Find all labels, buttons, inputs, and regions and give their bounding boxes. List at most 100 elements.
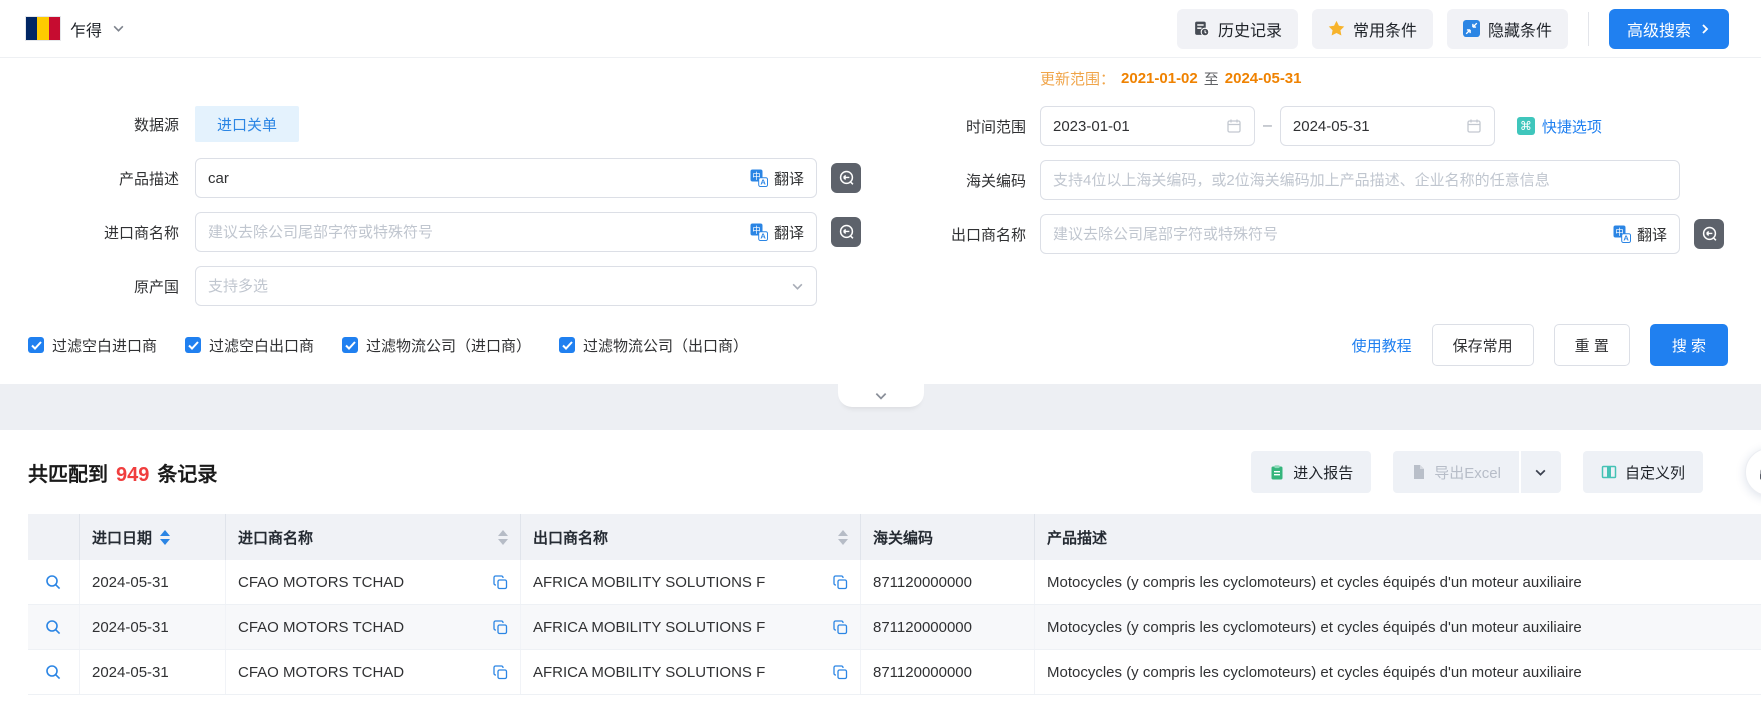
copy-button[interactable] <box>485 665 508 680</box>
translate-button[interactable]: 中A 翻译 <box>740 168 804 189</box>
export-excel-button[interactable]: 导出Excel <box>1393 451 1519 493</box>
section-divider-band <box>0 384 1761 430</box>
scope-search-icon <box>837 169 856 188</box>
update-range: 更新范围： 2021-01-02 至 2024-05-31 <box>1040 66 1761 90</box>
chevron-down-icon <box>791 280 804 293</box>
exact-match-toggle[interactable] <box>831 163 861 193</box>
copy-button[interactable] <box>825 575 848 590</box>
tutorial-link[interactable]: 使用教程 <box>1352 335 1412 356</box>
customer-service-button[interactable] <box>1745 448 1761 496</box>
country-selector[interactable]: 乍得 <box>26 17 125 41</box>
customize-columns-button[interactable]: 自定义列 <box>1583 451 1703 493</box>
results-table: 进口日期 进口商名称 出口商名称 海关编码 产品描述 2024-05-31 CF… <box>28 514 1761 695</box>
importer-input[interactable] <box>208 224 740 241</box>
hs-code-label: 海关编码 <box>900 170 1040 191</box>
table-row: 2024-05-31 CFAO MOTORS TCHAD AFRICA MOBI… <box>28 560 1761 605</box>
date-end-picker[interactable]: 2024-05-31 <box>1280 106 1495 146</box>
table-header-detail <box>28 514 80 560</box>
importer-label: 进口商名称 <box>0 222 195 243</box>
exporter-input[interactable] <box>1053 226 1603 243</box>
copy-icon <box>833 665 848 680</box>
exact-match-toggle[interactable] <box>831 217 861 247</box>
origin-country-label: 原产国 <box>0 276 195 297</box>
chevron-down-icon <box>112 22 125 35</box>
exporter-cell: AFRICA MOBILITY SOLUTIONS F <box>533 619 765 636</box>
svg-text:A: A <box>760 232 766 241</box>
copy-button[interactable] <box>825 665 848 680</box>
view-detail-button[interactable] <box>45 619 62 636</box>
enter-report-button[interactable]: 进入报告 <box>1251 451 1371 493</box>
product-desc-field: 中A 翻译 <box>195 158 817 198</box>
copy-button[interactable] <box>485 575 508 590</box>
table-header-importer[interactable]: 进口商名称 <box>226 514 521 560</box>
translate-button[interactable]: 中A 翻译 <box>740 222 804 243</box>
scope-search-icon <box>837 223 856 242</box>
svg-text:A: A <box>1623 234 1629 243</box>
copy-icon <box>493 620 508 635</box>
translate-icon: 中A <box>1613 225 1631 243</box>
copy-button[interactable] <box>485 620 508 635</box>
report-icon <box>1269 464 1285 481</box>
magnifier-icon <box>45 619 62 636</box>
product-cell: Motocycles (y compris les cyclomoteurs) … <box>1047 619 1582 636</box>
reset-button[interactable]: 重 置 <box>1554 324 1630 366</box>
importer-cell: CFAO MOTORS TCHAD <box>238 664 404 681</box>
chevron-down-icon <box>1534 466 1547 479</box>
collapse-form-tab[interactable] <box>838 384 924 407</box>
table-row: 2024-05-31 CFAO MOTORS TCHAD AFRICA MOBI… <box>28 650 1761 695</box>
chad-flag-icon <box>26 17 60 40</box>
advanced-search-button[interactable]: 高级搜索 <box>1609 9 1729 49</box>
table-row: 2024-05-31 CFAO MOTORS TCHAD AFRICA MOBI… <box>28 605 1761 650</box>
results-section: 共匹配到 949 条记录 进入报告 导出Excel 自定义列 <box>0 444 1761 695</box>
sort-toggle[interactable] <box>160 530 170 545</box>
sort-toggle[interactable] <box>498 530 508 545</box>
checkbox-checked-icon <box>342 337 358 353</box>
checkbox-checked-icon <box>185 337 201 353</box>
columns-icon <box>1601 464 1617 480</box>
view-detail-button[interactable] <box>45 574 62 591</box>
importer-field: 中A 翻译 <box>195 212 817 252</box>
translate-icon: 中A <box>750 169 768 187</box>
save-common-button[interactable]: 保存常用 <box>1432 324 1534 366</box>
origin-country-select[interactable] <box>195 266 817 306</box>
table-header-hs-code: 海关编码 <box>861 514 1035 560</box>
translate-button[interactable]: 中A 翻译 <box>1603 224 1667 245</box>
hs-code-field <box>1040 160 1680 200</box>
sort-toggle[interactable] <box>838 530 848 545</box>
data-source-label: 数据源 <box>0 114 195 135</box>
table-header-exporter[interactable]: 出口商名称 <box>521 514 861 560</box>
exact-match-toggle[interactable] <box>1694 219 1724 249</box>
importer-cell: CFAO MOTORS TCHAD <box>238 574 404 591</box>
chevron-down-icon <box>874 389 888 403</box>
svg-text:A: A <box>760 178 766 187</box>
origin-country-input[interactable] <box>208 278 791 295</box>
quick-options-button[interactable]: ⌘ 快捷选项 <box>1517 116 1602 137</box>
command-icon: ⌘ <box>1517 117 1535 135</box>
checkbox-filter-blank-importer[interactable]: 过滤空白进口商 <box>28 335 157 356</box>
export-file-icon <box>1411 464 1426 480</box>
search-button[interactable]: 搜 索 <box>1650 324 1728 366</box>
date-range-dash: – <box>1263 117 1272 135</box>
copy-button[interactable] <box>825 620 848 635</box>
product-desc-input[interactable] <box>208 170 740 187</box>
table-header-import-date[interactable]: 进口日期 <box>80 514 226 560</box>
history-button[interactable]: 历史记录 <box>1177 9 1298 49</box>
export-options-button[interactable] <box>1521 451 1561 493</box>
checkbox-filter-blank-exporter[interactable]: 过滤空白出口商 <box>185 335 314 356</box>
calendar-icon <box>1466 118 1482 134</box>
search-form: 数据源 进口关单 产品描述 中A 翻译 进口商名称 <box>0 58 1761 384</box>
view-detail-button[interactable] <box>45 664 62 681</box>
checkbox-filter-logistics-exporter[interactable]: 过滤物流公司（出口商） <box>559 335 748 356</box>
table-header-product: 产品描述 <box>1035 514 1761 560</box>
favorites-button[interactable]: 常用条件 <box>1312 9 1433 49</box>
data-source-tab-import[interactable]: 进口关单 <box>195 106 299 142</box>
import-date-cell: 2024-05-31 <box>92 574 169 591</box>
exporter-cell: AFRICA MOBILITY SOLUTIONS F <box>533 664 765 681</box>
headset-icon <box>1757 460 1761 484</box>
product-cell: Motocycles (y compris les cyclomoteurs) … <box>1047 574 1582 591</box>
hs-code-input[interactable] <box>1053 172 1667 189</box>
hide-conditions-button[interactable]: 隐藏条件 <box>1447 9 1568 49</box>
checkbox-filter-logistics-importer[interactable]: 过滤物流公司（进口商） <box>342 335 531 356</box>
date-start-picker[interactable]: 2023-01-01 <box>1040 106 1255 146</box>
time-range-label: 时间范围 <box>900 116 1040 137</box>
